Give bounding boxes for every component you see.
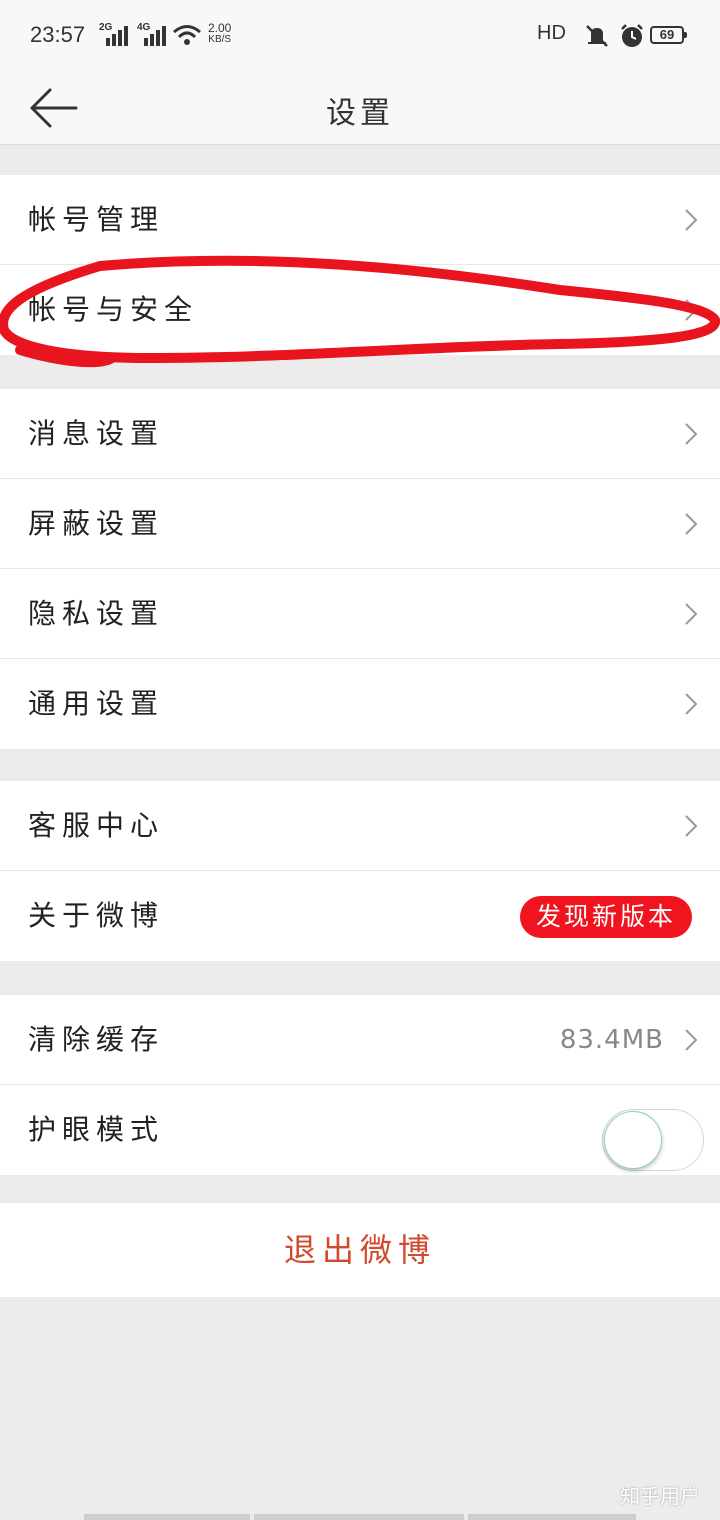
chevron-right-icon (685, 513, 698, 535)
chevron-right-icon (685, 815, 698, 837)
watermark: 知乎用户 (620, 1484, 700, 1508)
chevron-right-icon (685, 693, 698, 715)
mute-icon (586, 25, 608, 47)
row-label: 通用设置 (28, 687, 165, 720)
logout-button[interactable]: 退出微博 (0, 1203, 720, 1297)
privacy-settings-row[interactable]: 隐私设置 (0, 569, 720, 659)
speed-unit: KB/S (208, 34, 232, 45)
status-time: 23:57 (30, 22, 86, 47)
customer-service-row[interactable]: 客服中心 (0, 781, 720, 871)
cache-size-value: 83.4MB (559, 1025, 664, 1055)
row-label: 帐号与安全 (28, 293, 199, 326)
alarm-icon (621, 24, 643, 47)
account-security-row[interactable]: 帐号与安全 (0, 265, 720, 355)
page-title: 设置 (326, 96, 394, 131)
chevron-right-icon (685, 209, 698, 231)
general-settings-row[interactable]: 通用设置 (0, 659, 720, 749)
about-weibo-row[interactable]: 关于微博 发现新版本 (0, 871, 720, 961)
row-label: 清除缓存 (28, 1023, 165, 1056)
chevron-right-icon (685, 603, 698, 625)
row-label: 消息设置 (28, 417, 165, 450)
app-header: 设置 (0, 70, 720, 145)
eye-protection-toggle[interactable] (602, 1109, 704, 1171)
service-group: 客服中心 关于微博 发现新版本 (0, 781, 720, 961)
block-settings-row[interactable]: 屏蔽设置 (0, 479, 720, 569)
speed-value: 2.00 (208, 21, 232, 35)
storage-group: 清除缓存 83.4MB 护眼模式 (0, 995, 720, 1175)
chevron-right-icon (685, 299, 698, 321)
nav-bar-segment (254, 1514, 464, 1520)
message-settings-row[interactable]: 消息设置 (0, 389, 720, 479)
row-label: 关于微博 (28, 899, 165, 932)
hd-indicator: HD (537, 22, 566, 44)
row-label: 护眼模式 (28, 1113, 165, 1146)
row-label: 隐私设置 (28, 597, 165, 630)
nav-bar-segment (468, 1514, 636, 1520)
chevron-right-icon (685, 423, 698, 445)
eye-protection-row: 护眼模式 (0, 1085, 720, 1175)
status-bar: 23:57 2G 4G 2.00 KB/S HD 69 (0, 0, 720, 70)
battery-icon: 69 (650, 26, 687, 44)
signal-icon (106, 24, 128, 46)
account-group: 帐号管理 帐号与安全 (0, 175, 720, 355)
row-label: 客服中心 (28, 809, 165, 842)
wifi-icon (173, 25, 201, 45)
row-label: 屏蔽设置 (28, 507, 165, 540)
network-speed: 2.00 KB/S (208, 22, 231, 46)
nav-bar-segment (84, 1514, 250, 1520)
toggle-knob (604, 1111, 662, 1169)
settings-group: 消息设置 屏蔽设置 隐私设置 通用设置 (0, 389, 720, 749)
account-management-row[interactable]: 帐号管理 (0, 175, 720, 265)
row-label: 帐号管理 (28, 203, 165, 236)
signal-icon (144, 24, 166, 46)
chevron-right-icon (685, 1029, 698, 1051)
new-version-badge[interactable]: 发现新版本 (519, 896, 692, 938)
clear-cache-row[interactable]: 清除缓存 83.4MB (0, 995, 720, 1085)
